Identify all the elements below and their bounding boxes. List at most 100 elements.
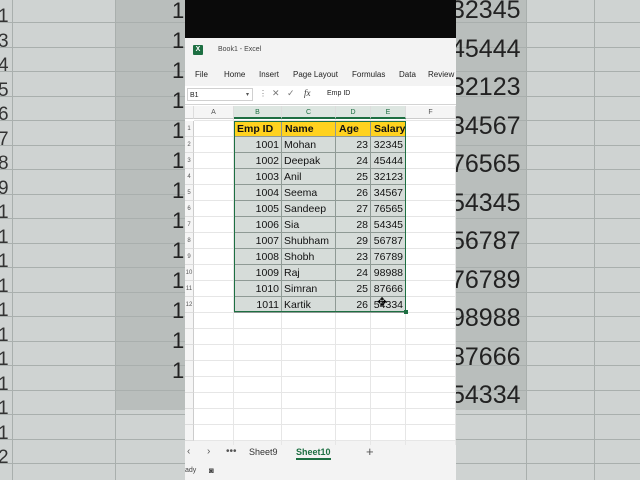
row-header[interactable]: 5 <box>185 185 194 201</box>
table-cell[interactable]: 1008 <box>234 249 282 265</box>
table-cell[interactable]: 1011 <box>234 297 282 313</box>
table-cell[interactable]: 28 <box>336 217 371 233</box>
table-cell[interactable]: 32123 <box>371 169 406 185</box>
row-header[interactable] <box>185 345 194 361</box>
row-header[interactable]: 11 <box>185 281 194 297</box>
row-header[interactable] <box>185 329 194 345</box>
table-cell[interactable]: 45444 <box>371 153 406 169</box>
table-cell[interactable]: 29 <box>336 233 371 249</box>
row-header[interactable]: 2 <box>185 137 194 153</box>
table-cell[interactable]: 1001 <box>234 137 282 153</box>
column-header-e[interactable]: E <box>371 106 406 119</box>
table-cell[interactable]: Anil <box>282 169 336 185</box>
table-cell[interactable]: 25 <box>336 169 371 185</box>
table-cell[interactable]: 1006 <box>234 217 282 233</box>
select-all-corner[interactable] <box>185 106 194 119</box>
tab-page-layout[interactable]: Page Layout <box>293 70 338 79</box>
tab-data[interactable]: Data <box>399 70 416 79</box>
tab-review[interactable]: Review <box>428 70 454 79</box>
tab-file[interactable]: File <box>195 70 208 79</box>
table-cell[interactable]: Sandeep <box>282 201 336 217</box>
table-cell[interactable]: Raj <box>282 265 336 281</box>
background-emp-id: 1 <box>172 178 185 203</box>
table-cell[interactable]: 1010 <box>234 281 282 297</box>
column-header-a[interactable]: A <box>194 106 234 119</box>
row-header[interactable]: 3 <box>185 153 194 169</box>
table-cell[interactable]: Simran <box>282 281 336 297</box>
table-cell[interactable]: 24 <box>336 265 371 281</box>
prev-sheet-icon[interactable]: ‹ <box>187 446 190 457</box>
row-header[interactable]: 9 <box>185 249 194 265</box>
table-header-cell[interactable]: Name <box>282 121 336 137</box>
table-cell[interactable]: Deepak <box>282 153 336 169</box>
cancel-icon[interactable]: ✕ <box>272 88 280 99</box>
row-header[interactable]: 12 <box>185 297 194 313</box>
row-header[interactable]: 6 <box>185 201 194 217</box>
table-cell[interactable]: 76789 <box>371 249 406 265</box>
accessibility-icon[interactable]: ◙ <box>209 466 214 475</box>
row-header[interactable]: 10 <box>185 265 194 281</box>
row-header[interactable]: 1 <box>185 121 194 137</box>
table-cell[interactable]: Sia <box>282 217 336 233</box>
table-cell[interactable]: Seema <box>282 185 336 201</box>
row-header[interactable]: 4 <box>185 169 194 185</box>
row-header[interactable] <box>185 313 194 329</box>
insert-function-icon[interactable]: fx <box>304 88 311 98</box>
fill-handle[interactable] <box>404 310 408 314</box>
table-cell[interactable]: 54345 <box>371 217 406 233</box>
tab-home[interactable]: Home <box>224 70 245 79</box>
table-cell[interactable]: 1002 <box>234 153 282 169</box>
table-cell[interactable]: 76565 <box>371 201 406 217</box>
tab-insert[interactable]: Insert <box>259 70 279 79</box>
table-cell[interactable]: 25 <box>336 281 371 297</box>
background-grid-line <box>0 22 185 23</box>
tab-sheet9[interactable]: Sheet9 <box>249 447 278 457</box>
table-header-cell[interactable]: Salary <box>371 121 406 137</box>
table-cell[interactable]: 1007 <box>234 233 282 249</box>
table-cell[interactable]: 1004 <box>234 185 282 201</box>
more-sheets-icon[interactable]: ••• <box>226 446 237 457</box>
table-cell[interactable]: 1009 <box>234 265 282 281</box>
table-cell[interactable]: Shobh <box>282 249 336 265</box>
tab-sheet10[interactable]: Sheet10 <box>296 447 331 460</box>
tab-formulas[interactable]: Formulas <box>352 70 385 79</box>
table-cell[interactable]: 1005 <box>234 201 282 217</box>
column-header-c[interactable]: C <box>282 106 336 119</box>
table-cell[interactable]: Mohan <box>282 137 336 153</box>
background-grid-line <box>0 169 185 170</box>
table-cell[interactable]: Shubham <box>282 233 336 249</box>
table-cell[interactable]: 98988 <box>371 265 406 281</box>
column-header-f[interactable]: F <box>406 106 456 119</box>
next-sheet-icon[interactable]: › <box>207 446 210 457</box>
row-header[interactable]: 7 <box>185 217 194 233</box>
column-header-d[interactable]: D <box>336 106 371 119</box>
row-header[interactable] <box>185 393 194 409</box>
check-icon[interactable]: ✓ <box>287 88 295 99</box>
formula-input[interactable]: Emp ID <box>327 90 350 97</box>
table-cell[interactable]: 24 <box>336 153 371 169</box>
table-cell[interactable]: 34567 <box>371 185 406 201</box>
row-header[interactable] <box>185 361 194 377</box>
table-cell[interactable]: 26 <box>336 297 371 313</box>
row-header[interactable] <box>185 409 194 425</box>
more-vertical-icon[interactable]: ⋮ <box>259 89 267 98</box>
row-header[interactable] <box>185 377 194 393</box>
table-header-cell[interactable]: Age <box>336 121 371 137</box>
table-header-cell[interactable]: Emp ID <box>234 121 282 137</box>
table-cell[interactable]: Kartik <box>282 297 336 313</box>
name-box[interactable]: B1 ▾ <box>187 88 253 101</box>
grid-line <box>194 328 456 329</box>
add-sheet-button[interactable]: + <box>366 444 374 459</box>
table-cell[interactable]: 26 <box>336 185 371 201</box>
background-emp-id: 1 <box>172 358 185 383</box>
column-header-b[interactable]: B <box>234 106 282 119</box>
chevron-down-icon[interactable]: ▾ <box>246 89 249 102</box>
table-cell[interactable]: 32345 <box>371 137 406 153</box>
row-header[interactable]: 8 <box>185 233 194 249</box>
table-cell[interactable]: 1003 <box>234 169 282 185</box>
table-cell[interactable]: 56787 <box>371 233 406 249</box>
table-cell[interactable]: 27 <box>336 201 371 217</box>
table-cell[interactable]: 23 <box>336 249 371 265</box>
table-cell[interactable]: 23 <box>336 137 371 153</box>
row-header[interactable] <box>185 425 194 441</box>
